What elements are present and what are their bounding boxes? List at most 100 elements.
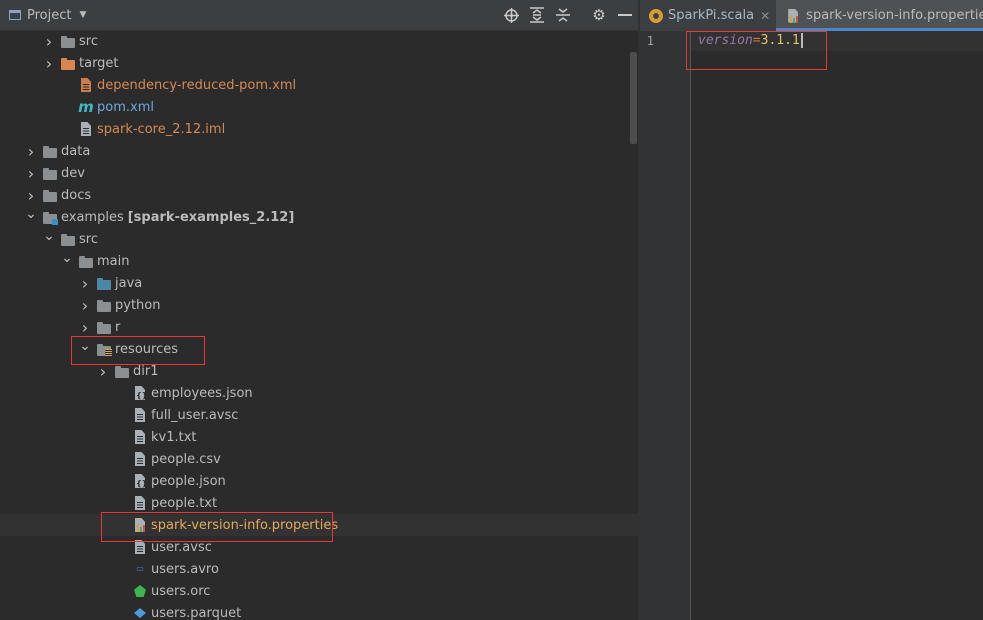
- folder-icon: [60, 33, 76, 49]
- tree-item-java[interactable]: › java: [0, 272, 638, 294]
- resources-folder-icon: [96, 341, 112, 357]
- tree-item-employees-json[interactable]: ›{}employees.json: [0, 382, 638, 404]
- tree-item-spark-version-info-properties[interactable]: ›spark-version-info.properties: [0, 514, 638, 536]
- tree-item-label: full_user.avsc: [151, 407, 239, 423]
- tree-item-docs[interactable]: › docs: [0, 184, 638, 206]
- module-folder-icon: [42, 209, 58, 225]
- tree-item-src[interactable]: ⌄ src: [0, 228, 638, 250]
- tree-item-dependency-reduced-pom-xml[interactable]: ›dependency-reduced-pom.xml: [0, 74, 638, 96]
- tree-item-people-csv[interactable]: ›people.csv: [0, 448, 638, 470]
- folder-icon: [114, 363, 130, 379]
- code-line[interactable]: version=3.1.1: [698, 32, 803, 50]
- collapse-all-icon[interactable]: [550, 0, 576, 30]
- tree-item-target[interactable]: › target: [0, 52, 638, 74]
- project-header: Project ▼ ⚙: [0, 0, 638, 31]
- tree-item-label: spark-core_2.12.iml: [97, 121, 226, 137]
- tree-item-dev[interactable]: › dev: [0, 162, 638, 184]
- tree-item-label: dev: [61, 165, 85, 181]
- project-title: Project: [27, 7, 72, 23]
- tree-item-kv1-txt[interactable]: ›kv1.txt: [0, 426, 638, 448]
- folder-icon: [42, 143, 58, 159]
- chevron-down-icon[interactable]: ⌄: [24, 203, 38, 225]
- text-file-icon: [132, 429, 148, 445]
- chevron-right-icon[interactable]: ›: [24, 162, 38, 184]
- tree-item-user-avsc[interactable]: ›user.avsc: [0, 536, 638, 558]
- chevron-right-icon[interactable]: ›: [24, 140, 38, 162]
- tree-item-label: src: [79, 231, 98, 247]
- parquet-file-icon: [132, 605, 148, 620]
- properties-file-icon: [785, 8, 801, 24]
- tree-item-label: pom.xml: [97, 99, 154, 115]
- project-tool-window: Project ▼ ⚙ ›src›target›dependency-reduc…: [0, 0, 638, 620]
- tree-item-label: spark-version-info.properties: [151, 517, 339, 533]
- tree-item-label: employees.json: [151, 385, 253, 401]
- tree-item-users-avro[interactable]: ›▭users.avro: [0, 558, 638, 580]
- tree-item-label: src: [79, 33, 98, 49]
- tree-item-label: users.parquet: [151, 605, 242, 620]
- tree-item-label: users.avro: [151, 561, 219, 577]
- json-file-icon: {}: [132, 385, 148, 401]
- chevron-right-icon[interactable]: ›: [42, 30, 56, 52]
- tree-item-label: resources: [115, 341, 179, 357]
- locate-icon[interactable]: [498, 0, 524, 30]
- chevron-down-icon[interactable]: ⌄: [78, 335, 92, 357]
- tree-item-users-parquet[interactable]: ›users.parquet: [0, 602, 638, 620]
- tree-item-users-orc[interactable]: ›users.orc: [0, 580, 638, 602]
- tree-item-label: main: [97, 253, 130, 269]
- tab-label: spark-version-info.properties: [806, 8, 983, 23]
- tree-item-main[interactable]: ⌄ main: [0, 250, 638, 272]
- tree-item-label: users.orc: [151, 583, 211, 599]
- tree-item-label: java: [115, 275, 143, 291]
- tree-item-label: people.csv: [151, 451, 221, 467]
- expand-all-icon[interactable]: [524, 0, 550, 30]
- project-tree: ›src›target›dependency-reduced-pom.xml›m…: [0, 30, 638, 620]
- folder-icon: [96, 319, 112, 335]
- chevron-right-icon[interactable]: ›: [78, 272, 92, 294]
- project-view-selector[interactable]: Project ▼: [9, 8, 86, 23]
- chevron-down-icon[interactable]: ⌄: [42, 225, 56, 247]
- folder-icon: [60, 231, 76, 247]
- tree-item-dir1[interactable]: › dir1: [0, 360, 638, 382]
- chevron-right-icon[interactable]: ›: [78, 294, 92, 316]
- tree-item-spark-core-2-12-iml[interactable]: ›spark-core_2.12.iml: [0, 118, 638, 140]
- tree-item-label: docs: [61, 187, 92, 203]
- tree-item-label: target: [79, 55, 119, 71]
- excluded-folder-icon: [60, 55, 76, 71]
- orc-file-icon: [132, 583, 148, 599]
- chevron-down-icon[interactable]: ⌄: [60, 247, 74, 269]
- tab-sparkpi-scala[interactable]: SparkPi.scala ✕: [640, 0, 776, 31]
- tree-item-label: dependency-reduced-pom.xml: [97, 77, 297, 93]
- tree-item-r[interactable]: › r: [0, 316, 638, 338]
- chevron-right-icon[interactable]: ›: [96, 360, 110, 382]
- tab-label: SparkPi.scala: [668, 8, 755, 23]
- gear-icon[interactable]: ⚙: [586, 0, 612, 30]
- scala-file-icon: [649, 8, 663, 23]
- editor: SparkPi.scala ✕ spark-version-info.prope…: [640, 0, 983, 620]
- folder-icon: [96, 297, 112, 313]
- editor-tabs: SparkPi.scala ✕ spark-version-info.prope…: [640, 0, 983, 32]
- tab-spark-version-info-properties[interactable]: spark-version-info.properties ✕: [776, 0, 983, 31]
- hide-icon[interactable]: [612, 0, 638, 30]
- tree-item-label: python: [115, 297, 161, 313]
- text-file-icon: [132, 407, 148, 423]
- editor-gutter: 1: [640, 31, 691, 620]
- tree-item-label: kv1.txt: [151, 429, 197, 445]
- line-number: 1: [646, 34, 654, 48]
- text-file-icon: [132, 539, 148, 555]
- tree-item-full-user-avsc[interactable]: ›full_user.avsc: [0, 404, 638, 426]
- tree-item-people-json[interactable]: ›{}people.json: [0, 470, 638, 492]
- close-icon[interactable]: ✕: [760, 9, 770, 23]
- tree-item-label: people.json: [151, 473, 226, 489]
- folder-icon: [42, 187, 58, 203]
- tree-item-pom-xml[interactable]: ›mpom.xml: [0, 96, 638, 118]
- tree-item-resources[interactable]: ⌄ resources: [0, 338, 638, 360]
- tree-item-label: dir1: [133, 363, 159, 379]
- tree-item-examples[interactable]: ⌄ examples [spark-examples_2.12]: [0, 206, 638, 228]
- tree-item-data[interactable]: › data: [0, 140, 638, 162]
- tree-scrollbar-thumb[interactable]: [630, 52, 637, 144]
- tree-item-python[interactable]: › python: [0, 294, 638, 316]
- chevron-right-icon[interactable]: ›: [42, 52, 56, 74]
- tree-item-people-txt[interactable]: ›people.txt: [0, 492, 638, 514]
- tree-item-src[interactable]: › src: [0, 30, 638, 52]
- property-key: version: [698, 33, 753, 48]
